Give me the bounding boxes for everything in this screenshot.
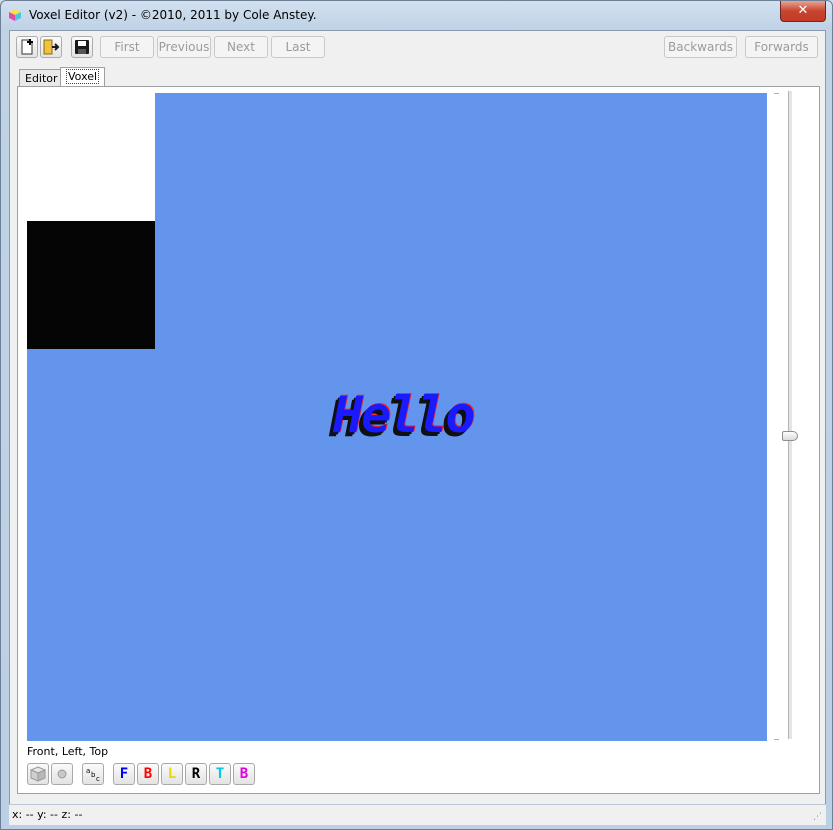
window-title: Voxel Editor (v2) - ©2010, 2011 by Cole …	[29, 8, 317, 22]
view-orientation-label: Front, Left, Top	[27, 745, 109, 758]
preview-thumbnail-bottom	[27, 221, 155, 349]
zoom-slider-track[interactable]	[788, 91, 792, 739]
save-button[interactable]	[71, 36, 93, 58]
tab-editor[interactable]: Editor	[19, 69, 64, 87]
app-window: Voxel Editor (v2) - ©2010, 2011 by Cole …	[0, 0, 833, 830]
cube-icon	[29, 766, 47, 782]
client-area: First Previous Next Last Backwards Forwa…	[9, 30, 826, 806]
shading-sphere-button[interactable]	[51, 763, 73, 785]
voxel-hello-text: Hello	[333, 386, 476, 444]
new-button[interactable]	[16, 36, 38, 58]
sphere-icon	[57, 769, 67, 779]
tab-voxel-label: Voxel	[66, 69, 100, 84]
last-button[interactable]: Last	[271, 36, 325, 58]
abc-text-icon: a b c	[86, 767, 100, 783]
open-button[interactable]	[40, 36, 62, 58]
close-button[interactable]: ✕	[780, 1, 826, 22]
backwards-button[interactable]: Backwards	[664, 36, 737, 58]
app-cube-icon	[9, 9, 21, 21]
open-folder-icon	[43, 39, 60, 55]
first-button[interactable]: First	[100, 36, 154, 58]
status-bar: x: -- y: -- z: -- ⋰	[9, 804, 826, 825]
next-button[interactable]: Next	[214, 36, 268, 58]
previous-button[interactable]: Previous	[157, 36, 211, 58]
title-bar[interactable]: Voxel Editor (v2) - ©2010, 2011 by Cole …	[1, 1, 832, 29]
tab-voxel[interactable]: Voxel	[60, 67, 106, 87]
svg-text:a: a	[86, 767, 90, 775]
zoom-slider-thumb[interactable]	[782, 431, 798, 441]
svg-text:c: c	[96, 775, 100, 783]
face-bottom-button[interactable]: B	[233, 763, 255, 785]
slider-tick-top	[774, 93, 779, 94]
face-front-button[interactable]: F	[113, 763, 135, 785]
tab-editor-label: Editor	[25, 72, 58, 85]
shading-cube-button[interactable]	[27, 763, 49, 785]
face-top-button[interactable]: T	[209, 763, 231, 785]
face-left-button[interactable]: L	[161, 763, 183, 785]
text-mode-button[interactable]: a b c	[82, 763, 104, 785]
slider-tick-bottom	[774, 739, 779, 740]
preview-thumbnail-top	[27, 93, 155, 221]
face-right-button[interactable]: R	[185, 763, 207, 785]
save-disk-icon	[75, 40, 89, 54]
voxel-tab-panel: Hello Front, Left, Top a b c F B L R T B	[17, 86, 820, 794]
coordinates-readout: x: -- y: -- z: --	[12, 808, 83, 821]
face-back-button[interactable]: B	[137, 763, 159, 785]
forwards-button[interactable]: Forwards	[745, 36, 818, 58]
voxel-viewport[interactable]: Hello	[27, 93, 767, 741]
new-file-icon	[21, 39, 33, 55]
resize-grip-icon[interactable]: ⋰	[813, 812, 823, 822]
